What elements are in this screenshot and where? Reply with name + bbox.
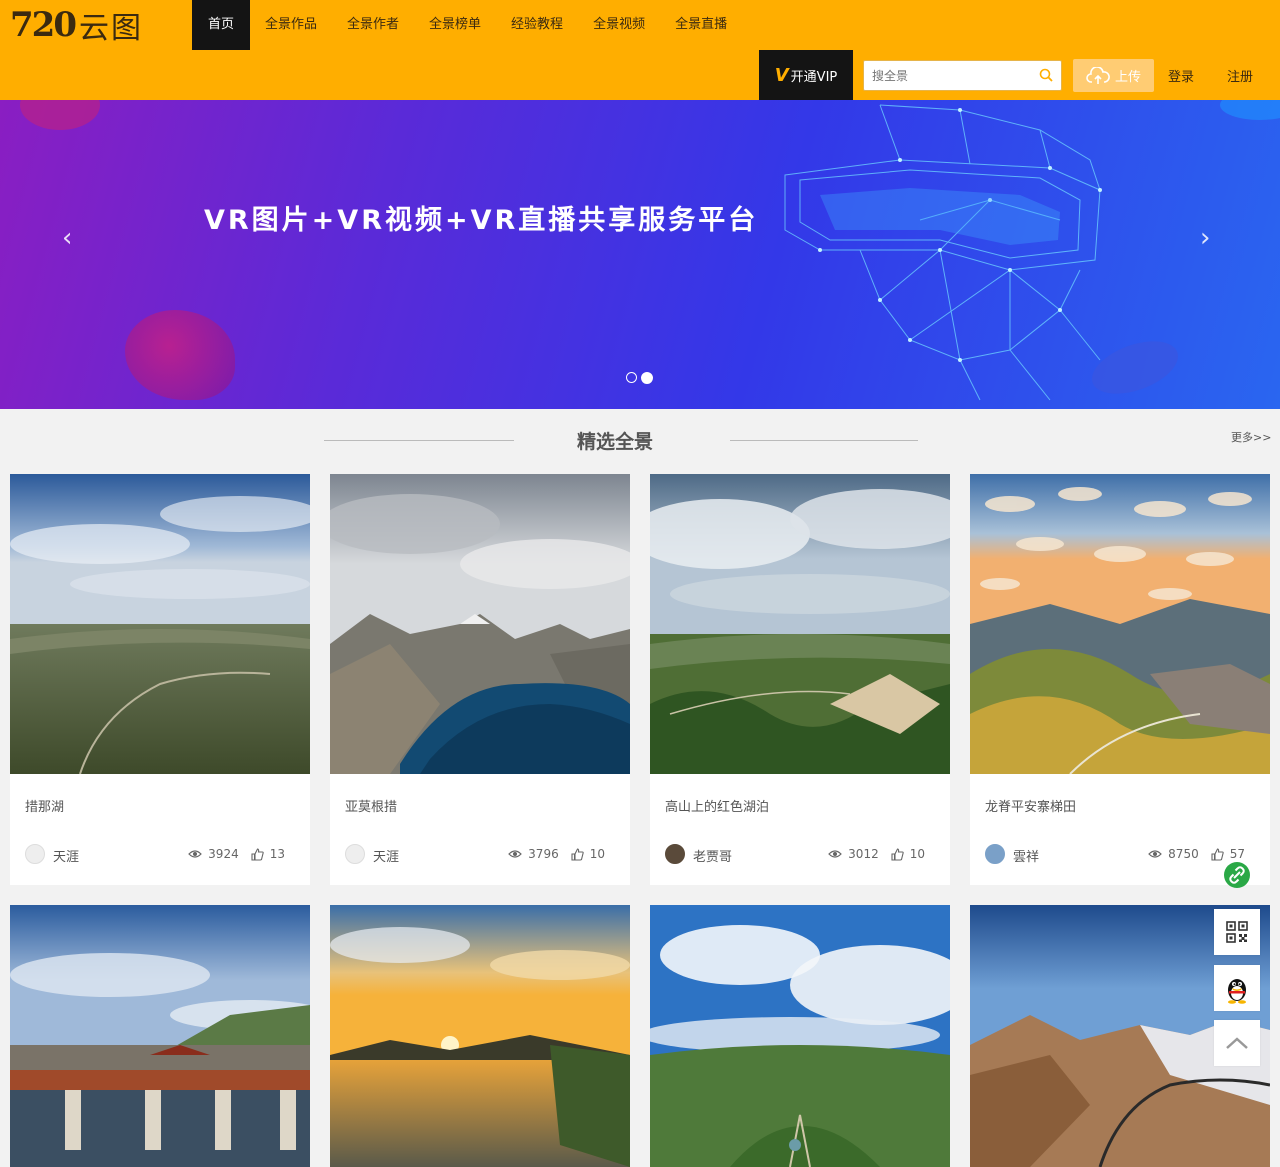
vip-icon: V <box>774 64 789 86</box>
panorama-card[interactable]: 高山上的红色湖泊 老贾哥 3012 10 <box>650 474 950 885</box>
back-to-top-icon <box>1226 1037 1248 1049</box>
site-header: 720 云图 首页 全景作品 全景作者 全景榜单 经验教程 全景视频 全景直播 … <box>0 0 1280 100</box>
card-stats: 3924 13 <box>188 847 285 861</box>
section-title: 精选全景 <box>576 431 653 453</box>
hero-banner[interactable]: VR图片+VR视频+VR直播共享服务平台 ‹ › <box>0 100 1280 409</box>
author-name[interactable]: 天涯 <box>53 846 79 865</box>
qrcode-icon <box>1226 921 1248 943</box>
upload-button[interactable]: 上传 <box>1073 59 1154 92</box>
decorative-blob <box>1220 100 1280 120</box>
carousel-dots <box>626 372 653 384</box>
cloud-upload-icon <box>1086 66 1110 84</box>
panorama-thumbnail[interactable] <box>650 905 950 1167</box>
qrcode-button[interactable] <box>1214 909 1260 955</box>
view-count: 8750 <box>1168 847 1199 861</box>
view-count: 3796 <box>528 847 559 861</box>
like-count: 10 <box>589 847 605 861</box>
vr-headset-graphic <box>784 104 1102 401</box>
more-link[interactable]: 更多>> <box>1231 429 1271 445</box>
decorative-blob <box>20 100 100 130</box>
search-icon[interactable] <box>1039 68 1053 82</box>
upload-label: 上传 <box>1114 70 1141 85</box>
card-title[interactable]: 龙脊平安寨梯田 <box>985 796 1076 815</box>
logo-text: 云图 <box>78 11 143 46</box>
eye-icon <box>1148 850 1163 858</box>
nav-tutorials[interactable]: 经验教程 <box>496 0 578 50</box>
eye-icon <box>508 850 523 858</box>
decorative-blob <box>125 310 235 400</box>
panorama-card[interactable] <box>10 905 310 1167</box>
qq-icon <box>1228 979 1246 1004</box>
author-avatar[interactable] <box>665 844 685 864</box>
vip-button[interactable]: V 开通VIP <box>759 50 853 100</box>
panorama-card[interactable]: 亚莫根措 天涯 3796 10 <box>330 474 630 885</box>
like-count: 13 <box>269 847 285 861</box>
link-button[interactable] <box>1214 852 1260 898</box>
search-input[interactable] <box>864 61 1024 90</box>
carousel-prev-arrow[interactable]: ‹ <box>62 225 82 251</box>
panorama-card[interactable] <box>330 905 630 1167</box>
eye-icon <box>188 850 203 858</box>
panorama-thumbnail[interactable] <box>970 474 1270 774</box>
thumbs-up-icon <box>571 847 584 861</box>
panorama-thumbnail[interactable] <box>650 474 950 774</box>
view-count: 3924 <box>208 847 239 861</box>
thumbs-up-icon <box>891 847 904 861</box>
banner-slogan: VR图片+VR视频+VR直播共享服务平台 <box>204 205 759 236</box>
back-to-top-button[interactable] <box>1214 1020 1260 1066</box>
panorama-thumbnail[interactable] <box>10 905 310 1167</box>
main-nav: 首页 全景作品 全景作者 全景榜单 经验教程 全景视频 全景直播 <box>192 0 742 50</box>
nav-panorama-ranking[interactable]: 全景榜单 <box>414 0 496 50</box>
panorama-thumbnail[interactable] <box>10 474 310 774</box>
carousel-dot-1[interactable] <box>626 372 637 383</box>
author-name[interactable]: 雲祥 <box>1013 846 1039 865</box>
panorama-card[interactable]: 措那湖 天涯 3924 13 <box>10 474 310 885</box>
card-title[interactable]: 措那湖 <box>25 796 64 815</box>
card-title[interactable]: 高山上的红色湖泊 <box>665 796 769 815</box>
logo-number: 720 <box>10 5 77 45</box>
nav-panorama-video[interactable]: 全景视频 <box>578 0 660 50</box>
panorama-thumbnail[interactable] <box>330 474 630 774</box>
nav-home[interactable]: 首页 <box>192 0 250 50</box>
login-link[interactable]: 登录 <box>1168 66 1194 85</box>
link-icon <box>1224 862 1250 888</box>
panorama-thumbnail[interactable] <box>330 905 630 1167</box>
site-logo[interactable]: 720 云图 <box>10 5 143 46</box>
search-box <box>863 60 1062 91</box>
carousel-dot-2[interactable] <box>641 372 653 384</box>
eye-icon <box>828 850 843 858</box>
carousel-next-arrow[interactable]: › <box>1200 225 1220 251</box>
nav-panorama-works[interactable]: 全景作品 <box>250 0 332 50</box>
panorama-card[interactable]: 龙脊平安寨梯田 雲祥 8750 57 <box>970 474 1270 885</box>
register-link[interactable]: 注册 <box>1227 66 1253 85</box>
view-count: 3012 <box>848 847 879 861</box>
author-avatar[interactable] <box>25 844 45 864</box>
card-stats: 3012 10 <box>828 847 925 861</box>
like-count: 10 <box>909 847 925 861</box>
card-stats: 3796 10 <box>508 847 605 861</box>
qq-button[interactable] <box>1214 965 1260 1011</box>
nav-panorama-authors[interactable]: 全景作者 <box>332 0 414 50</box>
panorama-card[interactable] <box>650 905 950 1167</box>
vip-label: 开通VIP <box>790 69 838 85</box>
thumbs-up-icon <box>251 847 264 861</box>
nav-panorama-live[interactable]: 全景直播 <box>660 0 742 50</box>
author-avatar[interactable] <box>345 844 365 864</box>
author-name[interactable]: 天涯 <box>373 846 399 865</box>
card-title[interactable]: 亚莫根措 <box>345 796 397 815</box>
author-name[interactable]: 老贾哥 <box>693 846 732 865</box>
author-avatar[interactable] <box>985 844 1005 864</box>
